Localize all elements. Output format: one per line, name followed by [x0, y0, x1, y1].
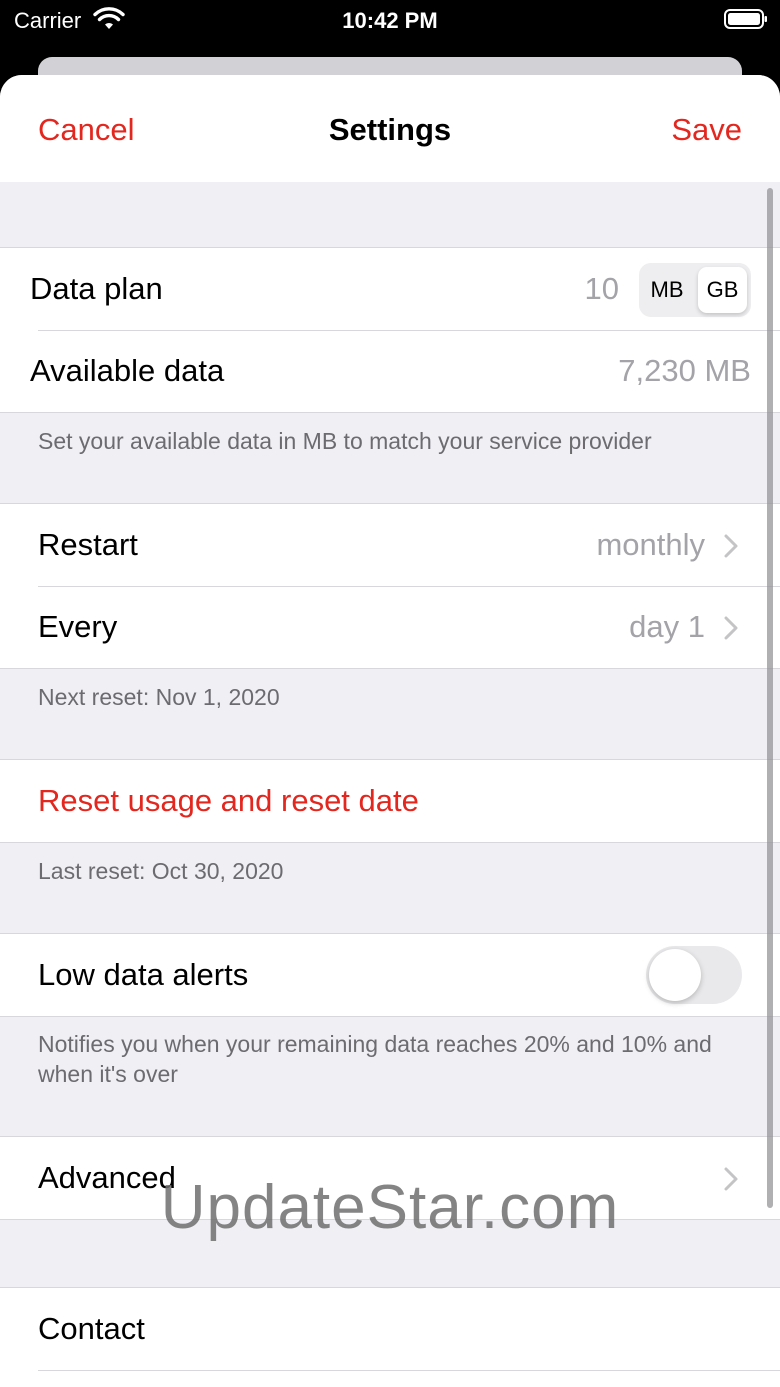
battery-icon — [724, 9, 767, 29]
data-plan-group: Data plan 10 MB GB Available data 7,230 … — [0, 247, 780, 413]
unit-mb-segment[interactable]: MB — [639, 263, 695, 317]
every-label: Every — [38, 609, 118, 644]
chevron-right-icon — [724, 534, 738, 558]
restart-value: monthly — [596, 527, 705, 562]
data-plan-label: Data plan — [30, 271, 163, 306]
low-data-alerts-row: Low data alerts — [0, 934, 780, 1016]
unit-gb-segment[interactable]: GB — [698, 267, 747, 313]
toggle-knob — [649, 949, 701, 1001]
reset-group: Reset usage and reset date — [0, 759, 780, 843]
scrollbar[interactable] — [767, 188, 773, 1208]
page-title: Settings — [328, 112, 452, 147]
navigation-bar: Cancel Settings Save — [0, 75, 780, 182]
data-plan-input[interactable]: 10 — [585, 271, 619, 307]
available-data-label: Available data — [30, 353, 225, 388]
unit-segmented-control: MB GB — [639, 263, 751, 317]
every-row[interactable]: Every day 1 — [0, 586, 780, 668]
chevron-right-icon — [724, 616, 738, 640]
restart-label: Restart — [38, 527, 138, 562]
restart-group: Restart monthly Every day 1 — [0, 503, 780, 669]
save-button[interactable]: Save — [671, 112, 742, 148]
available-data-footer: Set your available data in MB to match y… — [38, 428, 652, 454]
contact-group: Contact — [0, 1287, 780, 1387]
low-data-alerts-label: Low data alerts — [38, 957, 249, 992]
contact-next-row — [0, 1370, 780, 1387]
data-plan-row: Data plan 10 MB GB — [0, 248, 780, 330]
contact-label: Contact — [38, 1311, 145, 1346]
status-bar: Carrier 10:42 PM — [0, 0, 780, 40]
low-data-alerts-toggle[interactable] — [646, 946, 742, 1004]
reset-row[interactable]: Reset usage and reset date — [0, 760, 780, 842]
watermark-logo: UpdateStar.com — [160, 1173, 620, 1242]
available-data-row: Available data 7,230 MB — [0, 330, 780, 412]
every-value: day 1 — [629, 609, 705, 644]
last-reset-footer: Last reset: Oct 30, 2020 — [38, 858, 284, 884]
next-reset-footer: Next reset: Nov 1, 2020 — [38, 684, 280, 710]
alerts-group: Low data alerts — [0, 933, 780, 1017]
available-data-input[interactable]: 7,230 MB — [618, 353, 751, 389]
status-time: 10:42 PM — [342, 8, 438, 33]
reset-usage-button[interactable]: Reset usage and reset date — [38, 783, 419, 819]
alerts-footer: Notifies you when your remaining data re… — [38, 1031, 712, 1087]
restart-row[interactable]: Restart monthly — [0, 504, 780, 586]
contact-row[interactable]: Contact — [0, 1288, 780, 1370]
